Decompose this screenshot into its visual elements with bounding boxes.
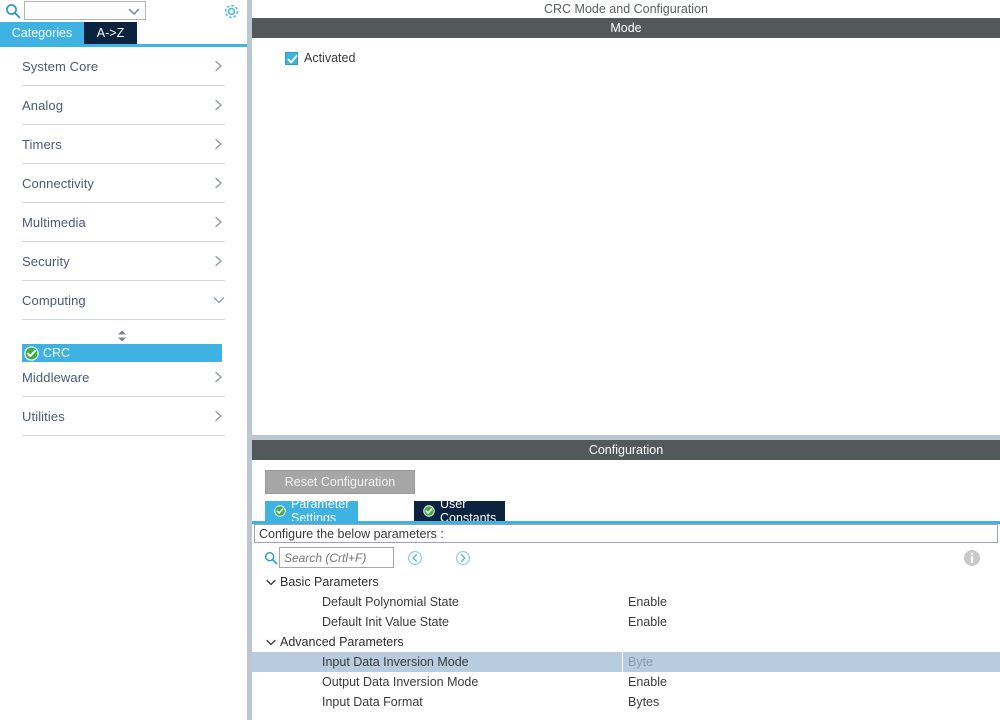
parameter-name: Input Data Format [322, 695, 423, 709]
parameter-value[interactable]: Bytes [628, 695, 659, 709]
configuration-section-label: Configuration [588, 443, 664, 457]
sidebar-item-timers[interactable]: Timers [22, 125, 225, 164]
chevron-right-icon [213, 59, 225, 73]
parameter-group-label: Advanced Parameters [280, 635, 404, 649]
chevron-right-icon [213, 370, 225, 384]
info-circle-icon[interactable] [963, 549, 981, 567]
configuration-section-header: Configuration [252, 440, 1000, 460]
chevron-down-icon [213, 293, 225, 307]
search-icon [264, 551, 278, 565]
table-row[interactable]: Input Data Format Bytes [252, 692, 1000, 712]
table-row[interactable]: Default Polynomial State Enable [252, 592, 1000, 612]
sidebar-tab-a-to-z-label: A->Z [96, 26, 125, 40]
chevron-right-icon [213, 409, 225, 423]
page-title: CRC Mode and Configuration [252, 0, 1000, 18]
category-list: System Core Analog Timers Connectivity M… [0, 47, 247, 720]
sidebar-tabs: Categories A->Z [0, 22, 247, 44]
parameter-group-advanced[interactable]: Advanced Parameters [252, 632, 1000, 652]
mode-body: Activated [252, 40, 1000, 435]
sidebar-item-connectivity[interactable]: Connectivity [22, 164, 225, 203]
green-check-circle-icon [423, 505, 435, 517]
sidebar-item-label: Utilities [22, 408, 65, 424]
reset-configuration-button[interactable]: Reset Configuration [265, 470, 415, 494]
parameter-search-input[interactable] [279, 547, 394, 568]
green-check-circle-icon [24, 345, 39, 361]
chevron-right-icon [213, 98, 225, 112]
chevron-right-icon [213, 176, 225, 190]
peripheral-sidebar: Categories A->Z System Core Analog Timer… [0, 0, 247, 720]
table-row[interactable]: Default Init Value State Enable [252, 612, 1000, 632]
tab-user-constants[interactable]: User Constants [414, 497, 506, 525]
parameter-name: Input Data Inversion Mode [322, 655, 469, 669]
chevron-down-icon[interactable] [264, 635, 278, 649]
chevron-right-icon [213, 215, 225, 229]
sidebar-item-label: Middleware [22, 369, 90, 385]
sidebar-item-security[interactable]: Security [22, 242, 225, 281]
parameter-group-label: Basic Parameters [280, 575, 379, 589]
gear-icon[interactable] [222, 2, 241, 21]
sidebar-item-crc-label: CRC [43, 346, 71, 360]
sidebar-item-label: Timers [22, 136, 62, 152]
sidebar-item-analog[interactable]: Analog [22, 86, 225, 125]
table-row[interactable]: Output Data Inversion Mode Enable [252, 672, 1000, 692]
circle-left-arrow-icon[interactable] [407, 550, 423, 566]
green-check-circle-icon [274, 505, 286, 517]
parameter-tree: Basic Parameters Default Polynomial Stat… [252, 572, 1000, 720]
chevron-down-icon [128, 6, 140, 16]
mode-section-label: Mode [610, 21, 642, 35]
sidebar-item-label: Security [22, 253, 70, 269]
sidebar-item-multimedia[interactable]: Multimedia [22, 203, 225, 242]
sidebar-item-label: Analog [22, 97, 64, 113]
sidebar-item-utilities[interactable]: Utilities [22, 397, 225, 436]
parameter-search-row [252, 546, 1000, 572]
main-panel: CRC Mode and Configuration Mode Activate… [252, 0, 1000, 720]
sidebar-item-label: Multimedia [22, 214, 86, 230]
sidebar-tab-a-to-z[interactable]: A->Z [84, 22, 137, 44]
stm32cubemx-window: Categories A->Z System Core Analog Timer… [0, 0, 1000, 720]
activated-checkbox-row[interactable]: Activated [285, 51, 355, 65]
search-icon [5, 3, 21, 19]
sidebar-tab-categories-label: Categories [11, 26, 73, 40]
sidebar-tab-categories[interactable]: Categories [0, 22, 84, 44]
parameter-name: Output Data Inversion Mode [322, 675, 479, 689]
sidebar-item-middleware[interactable]: Middleware [22, 358, 225, 397]
sort-updown-icon[interactable] [115, 329, 129, 343]
parameter-value[interactable]: Enable [628, 615, 667, 629]
sidebar-item-system-core[interactable]: System Core [22, 47, 225, 86]
sidebar-item-computing[interactable]: Computing [22, 281, 225, 320]
reset-configuration-label: Reset Configuration [284, 475, 396, 489]
circle-right-arrow-icon[interactable] [455, 550, 471, 566]
parameter-value[interactable]: Enable [628, 595, 667, 609]
sidebar-item-label: Computing [22, 292, 86, 308]
parameter-value[interactable]: Enable [628, 675, 667, 689]
sidebar-item-label: Connectivity [22, 175, 95, 191]
activated-checkbox[interactable] [285, 51, 298, 65]
configure-note-label: Configure the below parameters : [259, 526, 444, 541]
tab-parameter-settings[interactable]: Parameter Settings [265, 497, 359, 525]
parameter-value[interactable]: Byte [628, 655, 653, 669]
activated-label: Activated [304, 51, 356, 65]
sidebar-item-label: System Core [22, 58, 99, 74]
parameter-name: Default Polynomial State [322, 595, 459, 609]
mode-section-header: Mode [252, 18, 1000, 38]
configure-note: Configure the below parameters : [254, 524, 998, 543]
chevron-down-icon[interactable] [264, 575, 278, 589]
table-row[interactable]: Input Data Inversion Mode Byte [252, 652, 1000, 672]
chevron-right-icon [213, 254, 225, 268]
chevron-right-icon [213, 137, 225, 151]
sidebar-item-crc[interactable]: CRC [22, 344, 222, 362]
parameter-name: Default Init Value State [322, 615, 449, 629]
sidebar-search-row [0, 0, 247, 22]
parameter-group-basic[interactable]: Basic Parameters [252, 572, 1000, 592]
ip-search-combobox[interactable] [24, 1, 146, 20]
